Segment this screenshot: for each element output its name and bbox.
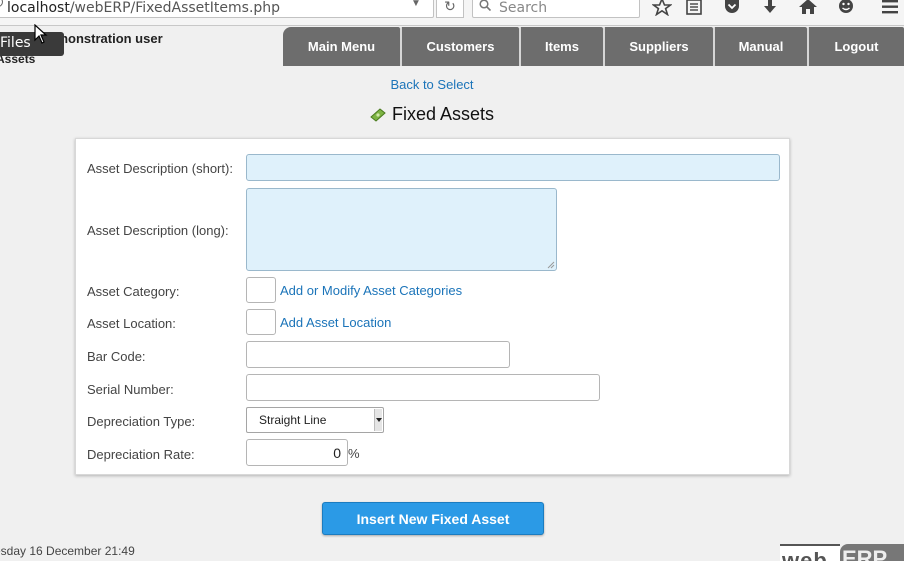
category-label: Asset Category: xyxy=(87,284,180,299)
percent-sign: % xyxy=(348,446,360,461)
location-label: Asset Location: xyxy=(87,316,176,331)
hamburger-menu-icon[interactable] xyxy=(880,0,900,16)
weberp-logo: web ERP xyxy=(780,544,904,561)
fixed-asset-form: Asset Description (short): Asset Descrip… xyxy=(75,138,790,475)
back-to-select-text[interactable]: Back to Select xyxy=(390,77,473,92)
footer-date: esday 16 December 21:49 xyxy=(0,544,135,558)
dep-rate-input[interactable]: 0 xyxy=(246,439,348,466)
serial-input[interactable] xyxy=(246,374,600,401)
desc-long-label: Asset Description (long): xyxy=(87,223,229,238)
nav-main-menu[interactable]: Main Menu xyxy=(283,27,400,66)
reading-list-icon[interactable] xyxy=(684,0,704,16)
barcode-label: Bar Code: xyxy=(87,349,146,364)
dep-rate-label: Depreciation Rate: xyxy=(87,447,195,462)
page-title-text: Fixed Assets xyxy=(392,104,495,124)
back-to-select-link: Back to Select xyxy=(0,77,864,92)
money-icon xyxy=(370,107,386,122)
barcode-input[interactable] xyxy=(246,341,510,368)
location-select[interactable] xyxy=(246,309,276,335)
browser-toolbar: localhost/webERP/FixedAssetItems.php ▼ ↻… xyxy=(0,0,904,26)
dep-rate-value: 0 xyxy=(333,445,341,461)
main-nav: Main Menu Customers Items Suppliers Manu… xyxy=(283,27,904,66)
dep-type-label: Depreciation Type: xyxy=(87,414,196,429)
tooltip: Files xyxy=(0,32,64,56)
search-icon xyxy=(479,0,491,11)
bookmark-star-icon[interactable] xyxy=(651,0,673,17)
add-location-link[interactable]: Add Asset Location xyxy=(280,315,391,330)
nav-logout[interactable]: Logout xyxy=(807,27,904,66)
download-icon[interactable] xyxy=(760,0,780,16)
url-dropdown-icon[interactable]: ▼ xyxy=(411,0,421,9)
serial-label: Serial Number: xyxy=(87,382,174,397)
pocket-icon[interactable] xyxy=(722,0,742,16)
chevron-down-icon xyxy=(374,409,382,431)
site-info-icon[interactable] xyxy=(0,0,3,7)
nav-customers[interactable]: Customers xyxy=(400,27,519,66)
nav-suppliers[interactable]: Suppliers xyxy=(603,27,713,66)
page-title: Fixed Assets xyxy=(370,104,494,125)
smiley-icon[interactable] xyxy=(836,0,856,16)
browser-search-input[interactable]: Search xyxy=(472,0,640,18)
nav-manual[interactable]: Manual xyxy=(713,27,807,66)
reload-icon[interactable]: ↻ xyxy=(436,0,464,18)
insert-asset-button[interactable]: Insert New Fixed Asset xyxy=(322,502,544,535)
desc-long-textarea[interactable] xyxy=(246,188,557,271)
desc-short-label: Asset Description (short): xyxy=(87,161,233,176)
home-icon[interactable] xyxy=(798,0,818,16)
dep-type-select[interactable]: Straight Line xyxy=(246,407,384,433)
add-modify-categories-link[interactable]: Add or Modify Asset Categories xyxy=(280,283,462,298)
dep-type-value: Straight Line xyxy=(259,413,327,427)
desc-short-input[interactable] xyxy=(246,154,780,181)
mouse-cursor-icon xyxy=(34,24,48,44)
category-select[interactable] xyxy=(246,277,276,303)
resize-handle-icon[interactable] xyxy=(546,260,555,269)
nav-items[interactable]: Items xyxy=(519,27,603,66)
url-text[interactable]: localhost/webERP/FixedAssetItems.php xyxy=(7,0,280,16)
url-bar[interactable]: localhost/webERP/FixedAssetItems.php ▼ xyxy=(0,0,434,18)
